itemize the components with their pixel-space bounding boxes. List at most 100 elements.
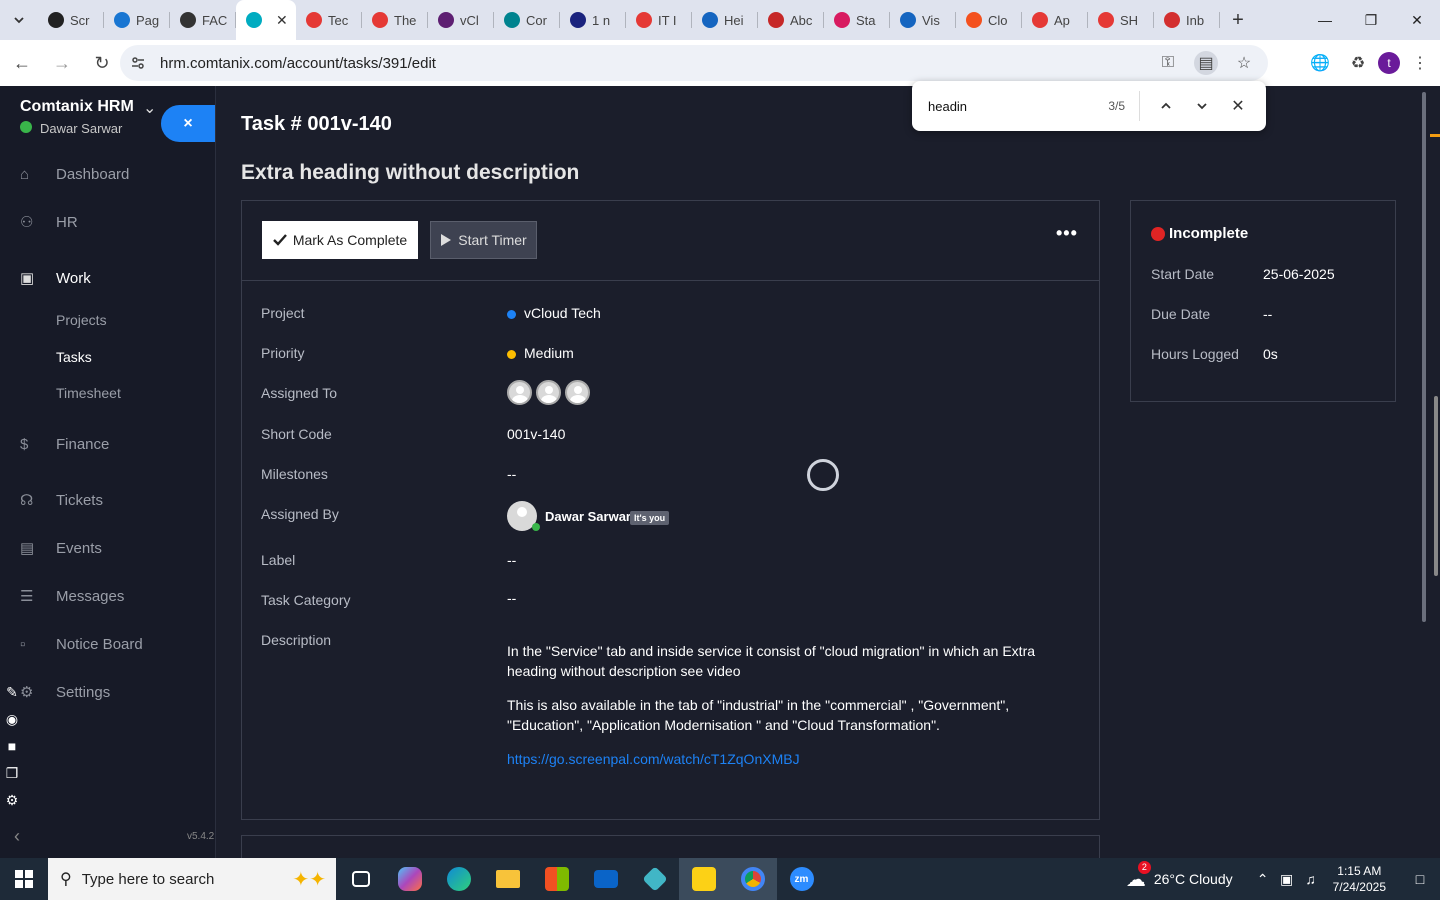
volume-icon[interactable]: ♫ [1299, 871, 1323, 887]
store-icon[interactable] [532, 858, 581, 900]
camera-icon[interactable]: ◉ [2, 711, 22, 731]
more-menu-icon[interactable]: ⋮ [1402, 45, 1438, 81]
close-sidebar-button[interactable]: × [161, 105, 215, 142]
minimize-button[interactable]: — [1302, 0, 1348, 40]
edge-icon[interactable] [434, 858, 483, 900]
address-bar[interactable]: hrm.comtanix.com/account/tasks/391/edit … [120, 45, 1268, 81]
assigned-by-name[interactable]: Dawar Sarwar [545, 509, 631, 524]
browser-tab[interactable]: Cor [494, 0, 560, 40]
brand-name[interactable]: Comtanix HRM [20, 98, 134, 116]
find-previous-button[interactable] [1148, 88, 1184, 124]
scrollbar-thumb[interactable] [1422, 92, 1426, 622]
mark-complete-button[interactable]: Mark As Complete [262, 221, 418, 259]
avatar[interactable] [536, 380, 561, 405]
url-text[interactable]: hrm.comtanix.com/account/tasks/391/edit [160, 55, 436, 72]
sidebar-subitem-tasks[interactable]: Tasks [56, 349, 92, 365]
browser-tab[interactable]: Pag [104, 0, 170, 40]
sidebar-subitem-projects[interactable]: Projects [56, 312, 107, 328]
tab-favicon-icon [114, 12, 130, 28]
chrome-icon[interactable] [728, 858, 777, 900]
globe-icon[interactable]: 🌐 [1302, 45, 1338, 81]
tab-search-dropdown[interactable] [0, 0, 38, 40]
sidebar-item-events[interactable]: ▤ Events [0, 533, 215, 563]
browser-tab[interactable]: Ap [1022, 0, 1088, 40]
taskbar-search[interactable]: ⚲ Type here to search ✦✦ [48, 858, 336, 900]
sidebar-item-tickets[interactable]: ☊ Tickets [0, 485, 215, 515]
chevron-up-icon[interactable]: ⌃ [1251, 871, 1275, 888]
browser-tab[interactable]: vCl [428, 0, 494, 40]
reload-button[interactable]: ↻ [84, 45, 120, 81]
avatar[interactable] [507, 501, 540, 531]
sidebar-item-settings[interactable]: ⚙ Settings [0, 677, 215, 707]
password-key-icon[interactable]: ⚿ [1156, 51, 1180, 75]
task-number: Task # 001v-140 [241, 113, 392, 135]
extensions-icon[interactable]: ♻ [1340, 45, 1376, 81]
sidebar-item-messages[interactable]: ☰ Messages [0, 581, 215, 611]
weather-widget[interactable]: ☁ 2 26°C Cloudy [1126, 860, 1233, 892]
find-bar: headin 3/5 ✕ [912, 81, 1266, 131]
find-input[interactable]: headin [928, 99, 1088, 114]
find-close-button[interactable]: ✕ [1220, 88, 1256, 124]
close-window-button[interactable]: ✕ [1394, 0, 1440, 40]
browser-tab[interactable]: Abc [758, 0, 824, 40]
app-icon[interactable] [630, 858, 679, 900]
find-next-button[interactable] [1184, 88, 1220, 124]
notifications-icon[interactable]: □ [1400, 871, 1440, 887]
forward-button[interactable]: → [44, 45, 80, 81]
avatar[interactable] [565, 380, 590, 405]
copilot-icon[interactable] [385, 858, 434, 900]
browser-tab[interactable]: ✕ [236, 0, 296, 40]
sidebar-item-work[interactable]: ▣ Work [0, 263, 215, 293]
browser-tab[interactable]: Hei [692, 0, 758, 40]
new-tab-button[interactable]: + [1220, 9, 1256, 32]
tab-favicon-icon [834, 12, 850, 28]
task-view-icon[interactable] [336, 858, 385, 900]
chevron-down-icon[interactable]: ⌄ [143, 98, 156, 118]
bookmark-star-icon[interactable]: ☆ [1232, 51, 1256, 75]
layers-icon[interactable]: ❐ [2, 765, 22, 785]
task-category-label: Task Category [261, 592, 351, 608]
pen-icon[interactable]: ✎ [2, 684, 22, 704]
browser-tab[interactable]: 1 n [560, 0, 626, 40]
find-in-page-icon[interactable]: ▤ [1194, 51, 1218, 75]
zoom-icon[interactable]: zm [777, 858, 826, 900]
sidebar-item-notice-board[interactable]: ▫ Notice Board [0, 629, 215, 659]
site-settings-icon[interactable] [130, 55, 146, 71]
gear-icon[interactable]: ⚙ [2, 792, 22, 812]
browser-tab[interactable]: Clo [956, 0, 1022, 40]
restore-button[interactable]: ❐ [1348, 0, 1394, 40]
sidebar-item-dashboard[interactable]: ⌂ Dashboard [0, 159, 215, 189]
close-tab-icon[interactable]: ✕ [276, 12, 288, 29]
project-value[interactable]: vCloud Tech [507, 305, 601, 321]
browser-tab[interactable]: Sta [824, 0, 890, 40]
sidebar-item-finance[interactable]: $ Finance [0, 429, 215, 459]
video-camera-icon[interactable]: ■ [2, 738, 22, 758]
browser-tab[interactable]: Tec [296, 0, 362, 40]
collapse-sidebar-icon[interactable]: ‹ [14, 826, 20, 847]
clock[interactable]: 1:15 AM 7/24/2025 [1333, 863, 1386, 895]
browser-tab[interactable]: SH [1088, 0, 1154, 40]
start-button[interactable] [0, 858, 48, 900]
page-scrollbar[interactable] [1420, 86, 1440, 858]
sticky-notes-icon[interactable] [679, 858, 728, 900]
scrollbar-thumb-outer[interactable] [1434, 396, 1438, 576]
avatar[interactable] [507, 380, 532, 405]
tab-favicon-icon [1098, 12, 1114, 28]
browser-tab[interactable]: Vis [890, 0, 956, 40]
sidebar-subitem-timesheet[interactable]: Timesheet [56, 385, 121, 401]
file-explorer-icon[interactable] [483, 858, 532, 900]
back-button[interactable]: ← [4, 45, 40, 81]
start-timer-button[interactable]: Start Timer [430, 221, 537, 259]
profile-avatar[interactable]: t [1378, 52, 1400, 74]
browser-tab[interactable]: The [362, 0, 428, 40]
browser-tab[interactable]: Scr [38, 0, 104, 40]
tab-favicon-icon [180, 12, 196, 28]
network-icon[interactable]: ▣ [1275, 871, 1299, 888]
browser-tab[interactable]: Inb [1154, 0, 1220, 40]
video-link[interactable]: https://go.screenpal.com/watch/cT1ZqOnXM… [507, 751, 800, 767]
more-options-icon[interactable]: ••• [1056, 223, 1078, 244]
sidebar-item-hr[interactable]: ⚇ HR [0, 207, 215, 237]
browser-tab[interactable]: IT I [626, 0, 692, 40]
mail-icon[interactable] [581, 858, 630, 900]
browser-tab[interactable]: FAC [170, 0, 236, 40]
